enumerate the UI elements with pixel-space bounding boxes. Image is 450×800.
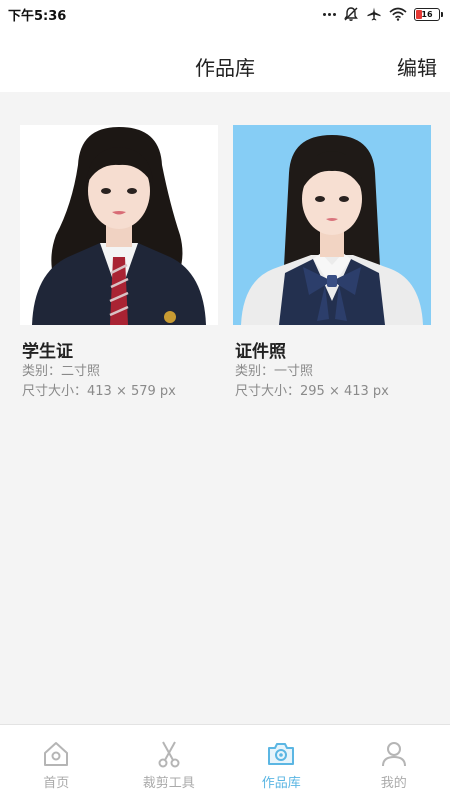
work-title: 证件照 (235, 342, 286, 362)
battery-icon: 16 (414, 7, 443, 21)
airplane-icon (367, 7, 381, 21)
work-photo[interactable] (233, 125, 431, 325)
home-icon (44, 742, 69, 766)
page-title: 作品库 (195, 56, 255, 80)
bell-off-icon (344, 7, 358, 21)
battery-level: 16 (421, 9, 433, 19)
camera-icon (268, 743, 295, 765)
more-dots-icon (323, 12, 336, 16)
work-category: 类别：一寸照 (235, 364, 314, 379)
status-bar: 下午5:36 16 (0, 0, 450, 28)
bottom-tab-bar: 首页 裁剪工具 作品库 我的 (0, 724, 450, 800)
work-card[interactable]: 证件照 类别：一寸照 尺寸大小：295 × 413 px (233, 125, 431, 402)
person-icon (381, 742, 406, 767)
portrait-image (20, 125, 218, 325)
status-time: 下午5:36 (8, 8, 67, 24)
edit-button[interactable]: 编辑 (397, 52, 437, 81)
work-title: 学生证 (22, 342, 73, 362)
header: 作品库 编辑 (0, 28, 450, 92)
tab-mine[interactable]: 我的 (338, 725, 450, 800)
status-icons: 16 (323, 6, 443, 22)
work-category: 类别：二寸照 (22, 364, 101, 379)
works-grid: 学生证 类别：二寸照 尺寸大小：413 × 579 px 证件照 类别：一寸照 … (20, 125, 440, 402)
scissors-icon (158, 741, 180, 768)
tab-label: 作品库 (261, 776, 301, 791)
tab-label: 首页 (43, 776, 70, 791)
tab-home[interactable]: 首页 (0, 725, 113, 800)
work-photo[interactable] (20, 125, 218, 325)
portrait-image (233, 125, 431, 325)
tab-gallery[interactable]: 作品库 (225, 725, 338, 800)
tab-crop-tool[interactable]: 裁剪工具 (113, 725, 226, 800)
work-card[interactable]: 学生证 类别：二寸照 尺寸大小：413 × 579 px (20, 125, 218, 402)
tab-label: 我的 (380, 776, 407, 791)
tab-label: 裁剪工具 (142, 776, 195, 791)
work-size: 尺寸大小：413 × 579 px (22, 384, 176, 399)
wifi-icon (389, 7, 407, 21)
work-size: 尺寸大小：295 × 413 px (235, 384, 389, 399)
